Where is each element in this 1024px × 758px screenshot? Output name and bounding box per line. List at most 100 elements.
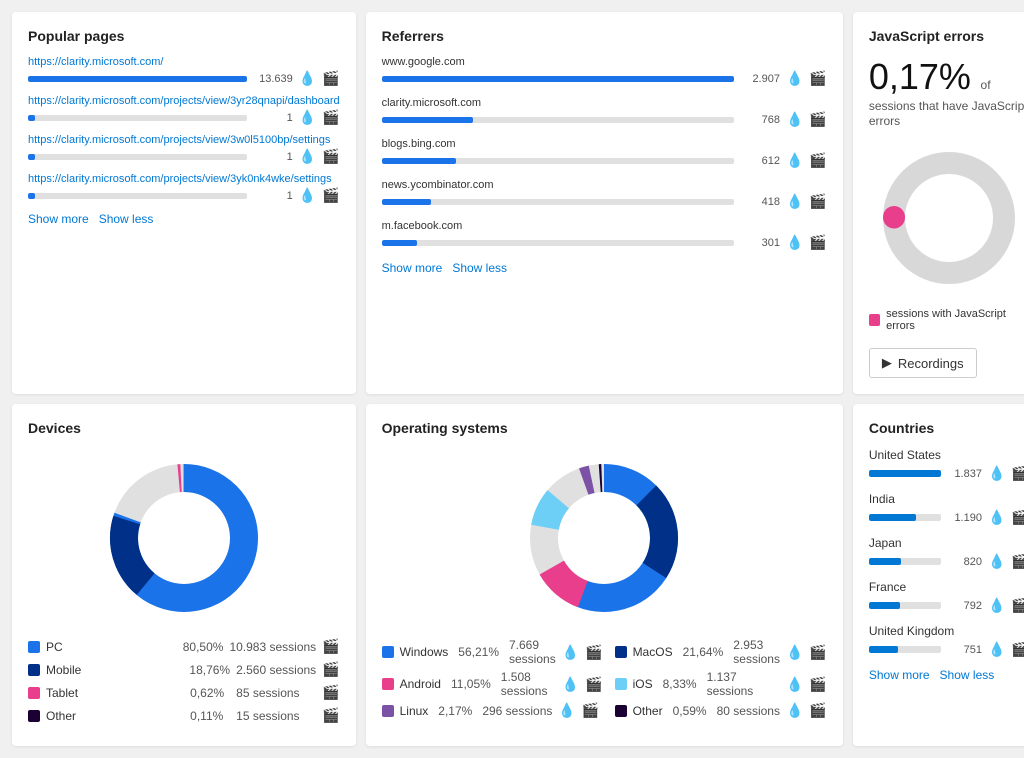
referrers-show-less[interactable]: Show less <box>452 261 507 275</box>
os-legend-pct: 56,21% <box>458 645 499 659</box>
country-item: India 1.190 💧 🎬 <box>869 492 1024 526</box>
film-icon[interactable]: 🎬 <box>322 707 339 724</box>
referrers-title: Referrers <box>382 28 827 44</box>
film-icon[interactable]: 🎬 <box>809 676 826 693</box>
country-bar-fill <box>869 514 916 521</box>
legend-color-swatch <box>28 687 40 699</box>
popular-pages-show-less[interactable]: Show less <box>99 212 154 226</box>
country-bar-container <box>869 602 941 609</box>
film-icon[interactable]: 🎬 <box>322 148 339 165</box>
countries-title: Countries <box>869 420 1024 436</box>
page-bar-fill <box>28 76 247 82</box>
popular-pages-show-more[interactable]: Show more <box>28 212 89 226</box>
os-legend-sessions: 2.953 sessions <box>733 638 780 666</box>
referrers-show-more[interactable]: Show more <box>382 261 443 275</box>
countries-list: United States 1.837 💧 🎬 India 1.190 💧 🎬 … <box>869 448 1024 658</box>
drop-icon[interactable]: 💧 <box>562 644 579 661</box>
film-icon[interactable]: 🎬 <box>322 187 339 204</box>
film-icon[interactable]: 🎬 <box>809 70 826 87</box>
os-legend-pct: 0,59% <box>673 704 707 718</box>
drop-icon[interactable]: 💧 <box>786 702 803 719</box>
ref-bar-row: 612 💧 🎬 <box>382 152 827 169</box>
film-icon[interactable]: 🎬 <box>809 644 826 661</box>
js-errors-title: JavaScript errors <box>869 28 1024 44</box>
legend-color-swatch <box>382 646 394 658</box>
film-icon[interactable]: 🎬 <box>322 109 339 126</box>
os-legend-sessions: 80 sessions <box>717 704 780 718</box>
js-errors-pct: 0,17% <box>869 56 971 97</box>
drop-icon[interactable]: 💧 <box>988 597 1005 614</box>
drop-icon[interactable]: 💧 <box>786 234 803 251</box>
film-icon[interactable]: 🎬 <box>322 638 339 655</box>
drop-icon[interactable]: 💧 <box>786 644 803 661</box>
legend-color-swatch <box>28 664 40 676</box>
drop-icon[interactable]: 💧 <box>786 193 803 210</box>
page-url[interactable]: https://clarity.microsoft.com/projects/v… <box>28 173 340 185</box>
drop-icon[interactable]: 💧 <box>988 509 1005 526</box>
devices-legend: PC 80,50% 10.983 sessions 🎬 Mobile 18,76… <box>28 638 340 724</box>
drop-icon[interactable]: 💧 <box>988 553 1005 570</box>
os-legend-sessions: 1.508 sessions <box>501 670 556 698</box>
page-url[interactable]: https://clarity.microsoft.com/ <box>28 56 340 68</box>
drop-icon[interactable]: 💧 <box>562 676 579 693</box>
film-icon[interactable]: 🎬 <box>809 152 826 169</box>
os-legend: Windows 56,21% 7.669 sessions 💧 🎬 MacOS … <box>382 638 827 719</box>
film-icon[interactable]: 🎬 <box>1011 597 1024 614</box>
country-bar-row: 1.837 💧 🎬 <box>869 465 1024 482</box>
country-name: India <box>869 492 1024 506</box>
drop-icon[interactable]: 💧 <box>786 676 803 693</box>
film-icon[interactable]: 🎬 <box>809 702 826 719</box>
film-icon[interactable]: 🎬 <box>1011 509 1024 526</box>
country-value: 751 <box>947 644 982 656</box>
drop-icon[interactable]: 💧 <box>299 187 316 204</box>
page-url[interactable]: https://clarity.microsoft.com/projects/v… <box>28 95 340 107</box>
countries-show-links: Show more Show less <box>869 668 1024 682</box>
drop-icon[interactable]: 💧 <box>786 152 803 169</box>
film-icon[interactable]: 🎬 <box>322 70 339 87</box>
legend-color-swatch <box>615 678 627 690</box>
drop-icon[interactable]: 💧 <box>299 148 316 165</box>
drop-icon[interactable]: 💧 <box>558 702 575 719</box>
os-donut <box>382 448 827 628</box>
devices-donut <box>28 448 340 628</box>
page-url[interactable]: https://clarity.microsoft.com/projects/v… <box>28 134 340 146</box>
js-errors-legend-color <box>869 314 880 326</box>
countries-show-less[interactable]: Show less <box>940 668 995 682</box>
ref-bar-row: 418 💧 🎬 <box>382 193 827 210</box>
ref-item: news.ycombinator.com 418 💧 🎬 <box>382 179 827 210</box>
popular-pages-list: https://clarity.microsoft.com/ 13.639 💧 … <box>28 56 340 204</box>
drop-icon[interactable]: 💧 <box>988 465 1005 482</box>
drop-icon[interactable]: 💧 <box>786 111 803 128</box>
drop-icon[interactable]: 💧 <box>299 109 316 126</box>
country-value: 1.837 <box>947 468 982 480</box>
country-value: 820 <box>947 556 982 568</box>
os-legend-item: Android 11,05% 1.508 sessions 💧 🎬 <box>382 670 603 698</box>
country-bar-container <box>869 646 941 653</box>
film-icon[interactable]: 🎬 <box>322 661 339 678</box>
film-icon[interactable]: 🎬 <box>1011 641 1024 658</box>
os-legend-label: Windows <box>400 645 449 659</box>
drop-icon[interactable]: 💧 <box>988 641 1005 658</box>
legend-sessions: 2.560 sessions <box>236 663 316 677</box>
ref-bar-fill <box>382 76 734 82</box>
ref-bar-fill <box>382 240 417 246</box>
js-errors-legend-label: sessions with JavaScript errors <box>886 308 1024 332</box>
os-legend-item: Windows 56,21% 7.669 sessions 💧 🎬 <box>382 638 603 666</box>
film-icon[interactable]: 🎬 <box>809 111 826 128</box>
drop-icon[interactable]: 💧 <box>786 70 803 87</box>
film-icon[interactable]: 🎬 <box>585 644 602 661</box>
drop-icon[interactable]: 💧 <box>299 70 316 87</box>
country-value: 792 <box>947 600 982 612</box>
film-icon[interactable]: 🎬 <box>582 702 599 719</box>
popular-pages-title: Popular pages <box>28 28 340 44</box>
film-icon[interactable]: 🎬 <box>809 193 826 210</box>
film-icon[interactable]: 🎬 <box>1011 553 1024 570</box>
film-icon[interactable]: 🎬 <box>1011 465 1024 482</box>
referrers-list: www.google.com 2.907 💧 🎬 clarity.microso… <box>382 56 827 251</box>
legend-sessions: 10.983 sessions <box>229 640 316 654</box>
film-icon[interactable]: 🎬 <box>585 676 602 693</box>
recordings-button[interactable]: ▶ Recordings <box>869 348 977 378</box>
film-icon[interactable]: 🎬 <box>322 684 339 701</box>
film-icon[interactable]: 🎬 <box>809 234 826 251</box>
countries-show-more[interactable]: Show more <box>869 668 930 682</box>
